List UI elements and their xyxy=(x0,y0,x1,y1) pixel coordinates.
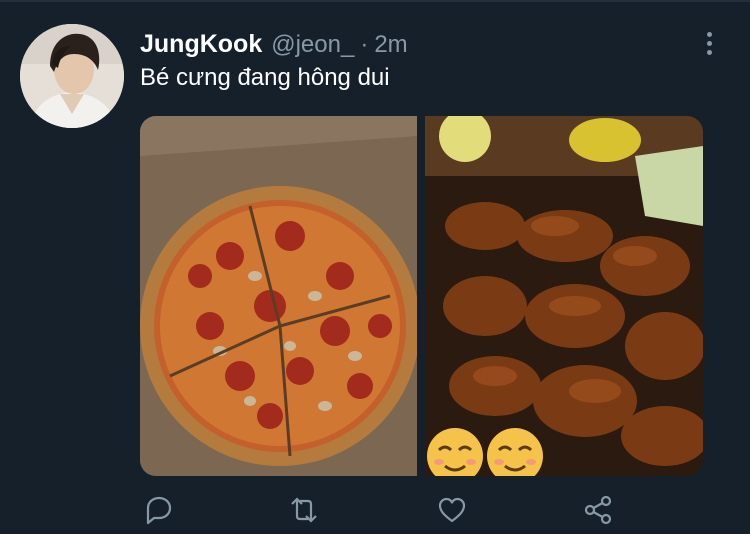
tweet-actions xyxy=(0,490,750,530)
avatar-image xyxy=(20,24,124,128)
pizza-photo[interactable] xyxy=(140,116,420,476)
more-options-icon[interactable] xyxy=(700,26,718,60)
tweet-header: JungKook @jeon_ · 2m xyxy=(140,30,408,58)
user-handle[interactable]: @jeon_ xyxy=(271,31,354,59)
separator-dot: · xyxy=(360,31,369,58)
display-name[interactable]: JungKook xyxy=(140,30,262,59)
timestamp[interactable]: 2m xyxy=(374,31,407,59)
avatar[interactable] xyxy=(20,24,124,128)
tweet-text: Bé cưng đang hông dui xyxy=(140,64,390,91)
reply-icon[interactable] xyxy=(138,490,178,530)
top-divider xyxy=(0,0,750,2)
retweet-icon[interactable] xyxy=(284,490,324,530)
like-icon[interactable] xyxy=(432,490,472,530)
share-icon[interactable] xyxy=(578,490,618,530)
chicken-wings-photo[interactable] xyxy=(425,116,703,476)
tweet-media[interactable] xyxy=(140,116,703,476)
